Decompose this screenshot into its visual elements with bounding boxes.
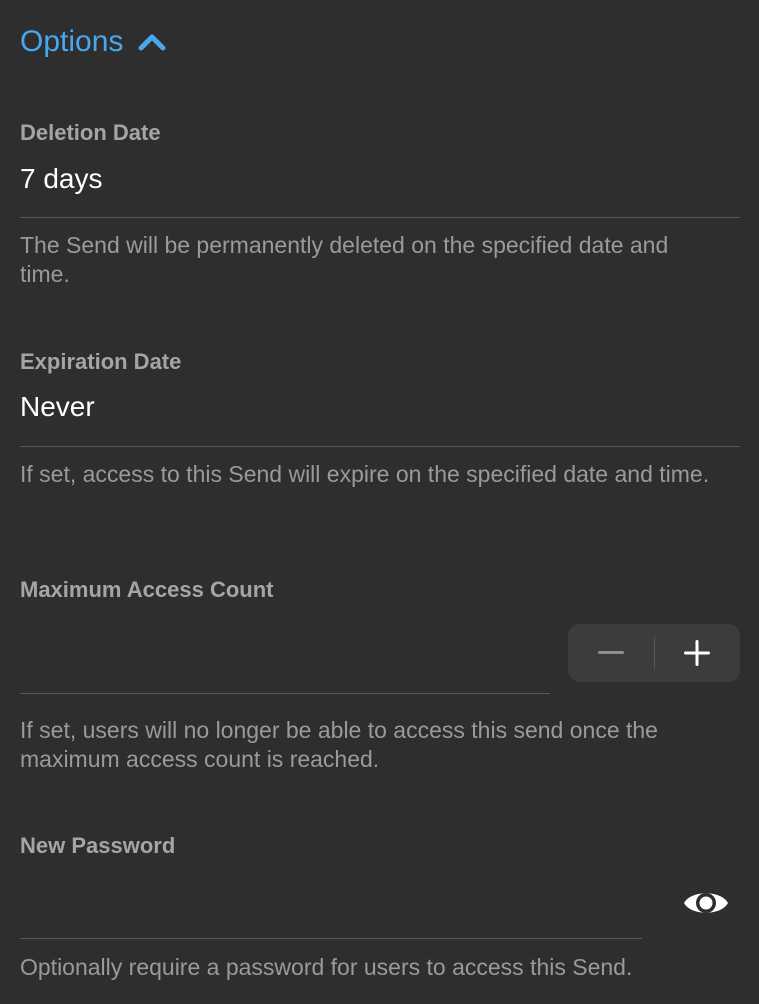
decrement-button[interactable] [568, 624, 654, 682]
chevron-up-icon [138, 34, 166, 51]
deletion-date-helper: The Send will be permanently deleted on … [20, 232, 669, 287]
minus-icon [597, 651, 624, 654]
new-password-underline [20, 938, 642, 939]
expiration-date-value[interactable]: Never [20, 389, 95, 425]
max-access-count-stepper [568, 624, 740, 682]
new-password-input[interactable] [20, 884, 644, 926]
eye-icon[interactable] [682, 886, 730, 920]
deletion-date-value[interactable]: 7 days [20, 161, 103, 197]
expiration-date-underline [20, 446, 740, 447]
plus-icon [684, 640, 711, 666]
expiration-date-label: Expiration Date [20, 349, 182, 374]
max-access-count-input[interactable] [20, 630, 554, 672]
expiration-date-helper: If set, access to this Send will expire … [20, 461, 710, 487]
increment-button[interactable] [655, 624, 741, 682]
max-access-count-underline [20, 693, 550, 694]
deletion-date-underline [20, 217, 740, 218]
options-toggle[interactable]: Options [20, 22, 167, 62]
options-label: Options [20, 25, 124, 58]
max-access-count-helper: If set, users will no longer be able to … [20, 717, 658, 772]
max-access-count-label: Maximum Access Count [20, 577, 274, 602]
new-password-label: New Password [20, 833, 176, 858]
deletion-date-label: Deletion Date [20, 120, 161, 145]
new-password-helper: Optionally require a password for users … [20, 954, 633, 980]
